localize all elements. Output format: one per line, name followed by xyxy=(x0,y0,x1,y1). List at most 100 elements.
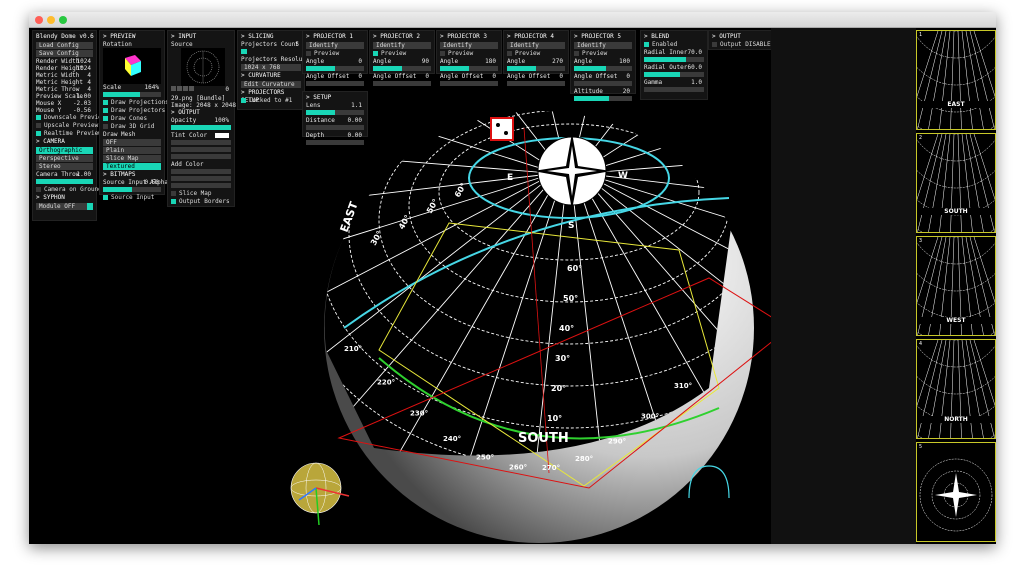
main-check-2[interactable]: Realtime Preview xyxy=(36,130,102,138)
opacity-slider[interactable] xyxy=(171,125,231,130)
tint-r-slider[interactable] xyxy=(171,140,231,145)
azimuth-label: 270° xyxy=(542,464,560,472)
projector-2-preview-checkbox[interactable]: Preview xyxy=(373,50,431,58)
tint-b-slider[interactable] xyxy=(171,154,231,159)
main-check-1[interactable]: Upscale Preview xyxy=(36,122,98,130)
preview-check-2[interactable]: Draw Cones xyxy=(103,115,161,123)
projector-5-identify-button[interactable]: Identify xyxy=(574,42,632,49)
lens-slider[interactable] xyxy=(306,110,364,115)
close-button[interactable] xyxy=(35,16,43,24)
blend-enabled-label: Enabled xyxy=(652,41,678,48)
projector-5-altitude: Altitude 20 xyxy=(574,88,632,95)
camera-option-1[interactable]: Perspective xyxy=(36,155,93,162)
radial-inner-row: Radial Inner 70.0 xyxy=(644,49,704,56)
add-b-slider[interactable] xyxy=(171,183,231,188)
projector-4-identify-button[interactable]: Identify xyxy=(507,42,565,49)
blend-enabled-checkbox[interactable]: Enabled xyxy=(644,41,704,49)
tint-color-swatch[interactable] xyxy=(215,133,229,138)
projector-1-angle-slider[interactable] xyxy=(306,66,364,71)
projector-3-preview-checkbox[interactable]: Preview xyxy=(440,50,498,58)
projector-5-altitude-slider[interactable] xyxy=(574,96,632,101)
projector-3-angle-slider[interactable] xyxy=(440,66,498,71)
main-row-0: Render Width 1024 xyxy=(36,58,93,65)
distance-slider[interactable] xyxy=(306,125,364,130)
camera-option-2[interactable]: Stereo xyxy=(36,163,93,170)
projector-2-identify-button[interactable]: Identify xyxy=(373,42,431,49)
gamma-slider[interactable] xyxy=(644,87,704,92)
projector-3-identify-button[interactable]: Identify xyxy=(440,42,498,49)
thumbnail-index: 4 xyxy=(919,341,923,347)
projector-1-offset-slider[interactable] xyxy=(306,81,364,86)
save-config-button[interactable]: Save Config xyxy=(36,50,93,57)
projector-4-angle-slider[interactable] xyxy=(507,66,565,71)
source-preview[interactable] xyxy=(181,48,225,86)
projector-2-angle: Angle 90 xyxy=(373,58,431,65)
source-alpha-slider[interactable] xyxy=(103,187,161,192)
preview-check-1-label: Draw Projectors xyxy=(111,107,166,114)
add-g-slider[interactable] xyxy=(171,176,231,181)
tint-g-slider[interactable] xyxy=(171,147,231,152)
projector-thumbnail-5[interactable]: 5N xyxy=(916,442,996,542)
projector-box[interactable] xyxy=(490,117,514,141)
syphon-module-select[interactable]: Module OFF xyxy=(36,203,93,210)
camera-throw-slider[interactable] xyxy=(36,179,93,184)
locked-to-1-checkbox[interactable]: Locked to #1 xyxy=(241,97,301,105)
projector-4-offset-slider[interactable] xyxy=(507,81,565,86)
add-color-label: Add Color xyxy=(171,161,204,168)
draw-mesh-option-1[interactable]: Plain xyxy=(103,147,161,154)
projector-4-preview-checkbox[interactable]: Preview xyxy=(507,50,565,58)
camera-option-0[interactable]: Orthographic xyxy=(36,147,93,154)
radial-outer-slider[interactable] xyxy=(644,72,704,77)
projector-5-angle-slider[interactable] xyxy=(574,66,632,71)
projector-thumbnail-1[interactable]: 1 EAST xyxy=(868,28,996,140)
main-check-1-label: Upscale Preview xyxy=(44,122,99,129)
source-input-checkbox[interactable]: Source Input xyxy=(103,194,161,202)
main-check-0[interactable]: Downscale Preview xyxy=(36,114,105,122)
rotation-label: Rotation xyxy=(103,41,132,48)
projector-thumbnail-4[interactable]: 4 NORTH xyxy=(867,191,996,449)
projectors-resolution-select[interactable]: 1024 x 768 xyxy=(241,64,301,71)
main-row-3-label: Metric Height xyxy=(36,79,83,86)
preview-check-3[interactable]: Draw 3D Grid xyxy=(103,123,161,131)
minimize-button[interactable] xyxy=(47,16,55,24)
projector-1-identify-button[interactable]: Identify xyxy=(306,42,364,49)
camera-on-ground-checkbox[interactable]: Camera on Ground xyxy=(36,186,102,194)
draw-mesh-option-3[interactable]: Textured xyxy=(103,163,161,170)
rotation-widget[interactable] xyxy=(103,48,161,84)
tint-color-label: Tint Color xyxy=(171,132,208,139)
curvature-section-title: > CURVATURE xyxy=(241,72,281,79)
draw-mesh-option-0[interactable]: OFF xyxy=(103,139,161,146)
projector-3-offset-slider[interactable] xyxy=(440,81,498,86)
source-input-label: Source Input xyxy=(111,194,155,201)
projector-2-offset-slider[interactable] xyxy=(373,81,431,86)
projector-5-preview-checkbox[interactable]: Preview xyxy=(574,50,632,58)
output-disabled-checkbox[interactable]: Output DISABLED xyxy=(712,41,774,49)
main-row-3: Metric Height 4 xyxy=(36,79,93,86)
projectors-count-slider[interactable] xyxy=(241,49,247,54)
projector-2-angle-slider[interactable] xyxy=(373,66,431,71)
preview-check-1[interactable]: Draw Projectors xyxy=(103,107,165,115)
projector-5-angle: Angle 100 xyxy=(574,58,632,65)
scale-slider[interactable] xyxy=(103,92,161,97)
load-config-button[interactable]: Load Config xyxy=(36,42,93,49)
zoom-button[interactable] xyxy=(59,16,67,24)
projector-5-offset-slider[interactable] xyxy=(574,81,632,86)
camera-throw-row: Camera Throw 1.00 xyxy=(36,171,93,178)
draw-mesh-option-2[interactable]: Slice Map xyxy=(103,155,161,162)
projector-thumbnail-3[interactable]: 3 WEST xyxy=(867,88,996,346)
projector-1-preview-checkbox[interactable]: Preview xyxy=(306,50,364,58)
altitude-label: 30° xyxy=(555,354,570,363)
preview-check-0[interactable]: Draw Projections xyxy=(103,99,169,107)
projector-thumbnail-2[interactable]: 2 SOUTH xyxy=(867,28,996,243)
thumbnail-label: SOUTH xyxy=(917,208,995,215)
output-borders-checkbox[interactable]: Output Borders xyxy=(171,198,231,206)
camera-throw-value: 1.00 xyxy=(76,171,91,178)
slice-map-checkbox[interactable]: Slice Map xyxy=(171,190,231,198)
radial-inner-slider[interactable] xyxy=(644,57,704,62)
projector-1-angle-value: 0 xyxy=(358,58,362,65)
depth-slider[interactable] xyxy=(306,140,364,145)
edit-curvature-button[interactable]: Edit Curvature xyxy=(241,81,301,88)
add-r-slider[interactable] xyxy=(171,169,231,174)
azimuth-label: 260° xyxy=(509,464,527,472)
input-section-title: > INPUT xyxy=(171,33,197,40)
